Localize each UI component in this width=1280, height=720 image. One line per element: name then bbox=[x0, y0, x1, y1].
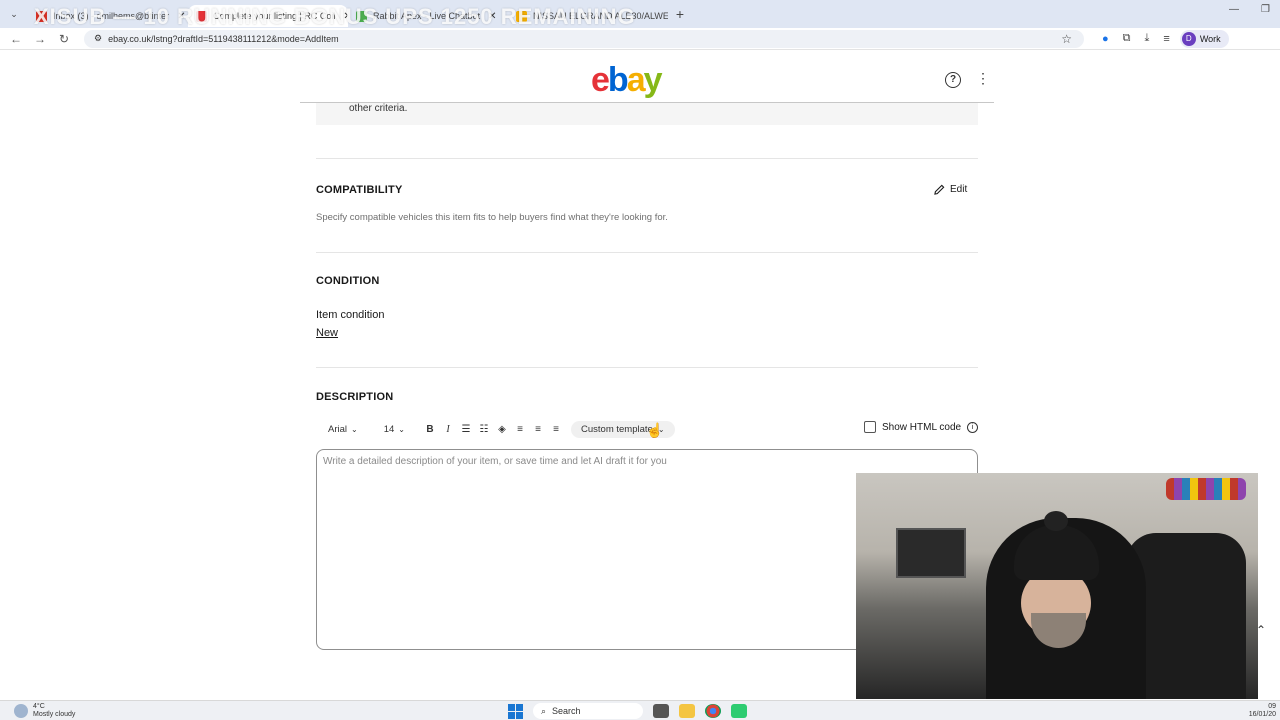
gmail-favicon-icon bbox=[36, 10, 47, 22]
media-icon[interactable]: ≡ bbox=[1163, 33, 1169, 45]
ebay-header: ebay ? ⋮ bbox=[0, 55, 1280, 103]
back-icon[interactable]: ← bbox=[4, 32, 28, 46]
tab-ebay[interactable]: Complete your listing | RC Coil ✕ bbox=[188, 5, 348, 27]
app-icon[interactable] bbox=[731, 704, 747, 718]
download-icon[interactable]: ⤓ bbox=[1145, 32, 1150, 45]
show-html-checkbox[interactable] bbox=[864, 421, 876, 433]
show-html-label: Show HTML code bbox=[882, 421, 962, 433]
tab-search-icon[interactable]: ⌄ bbox=[0, 9, 28, 20]
reload-icon[interactable]: ↻ bbox=[52, 32, 76, 46]
compatibility-title: COMPATIBILITY bbox=[316, 184, 403, 196]
background-monitor bbox=[896, 528, 966, 578]
extensions-area: ● ⧉ ⤓ ≡ bbox=[1102, 32, 1170, 45]
align-center-icon[interactable]: ≡ bbox=[529, 424, 547, 435]
weather-icon bbox=[14, 704, 28, 718]
profile-label: Work bbox=[1199, 33, 1221, 44]
search-icon: ⌕ bbox=[541, 705, 547, 716]
condition-title: CONDITION bbox=[316, 275, 380, 287]
system-clock[interactable]: 09 16/01/20 bbox=[1249, 703, 1276, 719]
temperature: 4°C bbox=[33, 703, 45, 710]
pencil-icon bbox=[934, 184, 945, 195]
forward-icon[interactable]: → bbox=[28, 32, 52, 46]
align-left-icon[interactable]: ≡ bbox=[511, 424, 529, 435]
custom-template-label: Custom template bbox=[581, 423, 653, 435]
windows-taskbar: 4°C Mostly cloudy ⌕ Search 09 16/01/20 bbox=[0, 700, 1280, 720]
section-divider bbox=[316, 367, 978, 368]
compatibility-description: Specify compatible vehicles this item fi… bbox=[316, 212, 668, 223]
puzzle-icon[interactable]: ⧉ bbox=[1123, 32, 1131, 45]
tab-nissan[interactable]: NISSAN ELGRAND ALE30/ALWE ✕ bbox=[508, 5, 668, 27]
chevron-down-icon: ⌄ bbox=[351, 424, 358, 434]
description-title: DESCRIPTION bbox=[316, 391, 394, 403]
font-size-value: 14 bbox=[383, 423, 395, 435]
fill-color-icon[interactable]: ◈ bbox=[493, 424, 511, 435]
weather-text: Mostly cloudy bbox=[33, 711, 76, 718]
info-icon[interactable]: i bbox=[967, 421, 979, 433]
scroll-to-top-icon[interactable]: ⌃ bbox=[1256, 623, 1266, 637]
window-controls: — ❐ bbox=[1229, 4, 1270, 15]
extension-icon[interactable]: ● bbox=[1102, 33, 1109, 45]
minimize-icon[interactable]: — bbox=[1229, 4, 1239, 15]
background-shelf bbox=[1166, 478, 1246, 500]
mouse-cursor-icon: ☝ bbox=[646, 422, 664, 438]
chrome-icon[interactable] bbox=[705, 704, 721, 718]
tab-gmail[interactable]: Inbox (3) - dmilhems@btinter ✕ bbox=[28, 5, 188, 27]
address-bar: ← → ↻ ⚙ ebay.co.uk/lstng?draftId=5119438… bbox=[0, 28, 1280, 50]
tab-title: Inbox (3) - dmilhems@btinter bbox=[53, 11, 170, 21]
ebay-logo[interactable]: ebay bbox=[591, 61, 663, 100]
avatar: D bbox=[1181, 31, 1196, 46]
task-view-icon[interactable] bbox=[653, 704, 669, 718]
section-divider bbox=[316, 158, 978, 159]
chatbot-favicon-icon bbox=[356, 10, 367, 22]
taskbar-search[interactable]: ⌕ Search bbox=[533, 703, 643, 719]
file-explorer-icon[interactable] bbox=[679, 704, 695, 718]
show-html-toggle[interactable]: Show HTML code i bbox=[864, 421, 979, 433]
windows-start-icon[interactable] bbox=[508, 703, 523, 719]
clock-date: 16/01/20 bbox=[1248, 711, 1276, 718]
font-family-value: Arial bbox=[328, 423, 348, 435]
weather-widget[interactable]: 4°C Mostly cloudy bbox=[14, 703, 75, 719]
numbered-list-icon[interactable]: ☷ bbox=[475, 424, 493, 435]
restore-icon[interactable]: ❐ bbox=[1261, 4, 1270, 15]
italic-button[interactable]: I bbox=[439, 424, 457, 435]
item-condition-label: Item condition bbox=[316, 309, 385, 321]
info-box: other criteria. bbox=[316, 103, 978, 125]
font-family-select[interactable]: Arial ⌄ bbox=[316, 424, 366, 435]
help-icon[interactable]: ? bbox=[945, 72, 961, 88]
section-divider bbox=[316, 252, 978, 253]
bookmark-star-icon[interactable]: ☆ bbox=[1061, 32, 1072, 46]
font-size-select[interactable]: 14 ⌄ bbox=[372, 424, 413, 435]
bullet-list-icon[interactable]: ☰ bbox=[457, 424, 475, 435]
chevron-down-icon: ⌄ bbox=[398, 424, 405, 434]
edit-label: Edit bbox=[950, 184, 968, 195]
taskbar-apps: ⌕ Search bbox=[508, 703, 747, 719]
webcam-overlay bbox=[856, 473, 1258, 699]
info-box-text: other criteria. bbox=[349, 103, 408, 114]
site-info-icon[interactable]: ⚙ bbox=[94, 33, 102, 44]
tab-title: Complete your listing | RC Coil bbox=[213, 11, 336, 21]
description-placeholder: Write a detailed description of your ite… bbox=[323, 456, 667, 467]
ebay-favicon-icon bbox=[196, 10, 207, 22]
tab-bar: ⌄ Inbox (3) - dmilhems@btinter ✕ Complet… bbox=[0, 0, 1280, 28]
search-label: Search bbox=[552, 706, 581, 716]
align-right-icon[interactable]: ≡ bbox=[547, 424, 565, 435]
compatibility-edit-button[interactable]: Edit bbox=[934, 184, 967, 195]
profile-button[interactable]: D Work bbox=[1179, 29, 1229, 48]
url-field[interactable]: ⚙ ebay.co.uk/lstng?draftId=5119438111212… bbox=[84, 29, 1084, 48]
close-icon[interactable]: ✕ bbox=[488, 11, 496, 22]
item-condition-value[interactable]: New bbox=[316, 327, 338, 339]
more-options-icon[interactable]: ⋮ bbox=[976, 70, 990, 87]
url-text: ebay.co.uk/lstng?draftId=5119438111212&m… bbox=[108, 33, 339, 44]
clock-time: 09 bbox=[1268, 703, 1276, 710]
tab-chatbot[interactable]: Rabbit Apex - Live Chatbot ✕ bbox=[348, 5, 508, 27]
tab-title: NISSAN ELGRAND ALE30/ALWE bbox=[533, 11, 668, 21]
close-icon[interactable]: ✕ bbox=[177, 11, 185, 22]
nissan-favicon-icon bbox=[516, 10, 527, 22]
bold-button[interactable]: B bbox=[421, 424, 439, 435]
new-tab-icon[interactable]: + bbox=[668, 6, 692, 22]
tab-title: Rabbit Apex - Live Chatbot bbox=[373, 11, 481, 21]
